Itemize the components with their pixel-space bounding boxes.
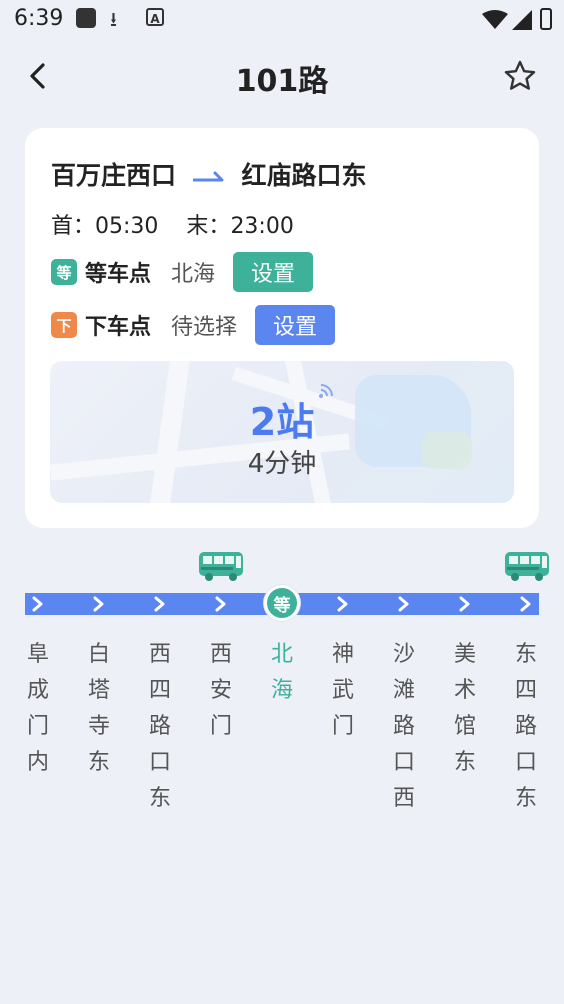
station-name[interactable]: 沙滩路口西	[384, 637, 424, 817]
boarding-stop-row: 等 等车点 北海 设置	[51, 252, 314, 292]
chevron-right-icon	[215, 596, 226, 612]
chevron-right-icon	[93, 596, 104, 612]
direction-arrow-icon	[192, 171, 224, 182]
favorite-button[interactable]	[502, 58, 538, 94]
route-info-card: 百万庄西口 红庙路口东 首：05:30 末：23:00 等 等车点 北海 设置 …	[25, 128, 539, 528]
station-name[interactable]: 白塔寺东	[79, 637, 119, 781]
download-icon: ⭳	[110, 7, 117, 31]
boarding-value: 北海	[171, 262, 216, 287]
status-bar: 6:39 ⭳ A	[0, 0, 564, 40]
chevron-right-icon	[32, 596, 43, 612]
alighting-label: 下车点	[85, 315, 152, 340]
chevron-right-icon	[154, 596, 165, 612]
boarding-label: 等车点	[85, 262, 152, 287]
route-direction: 百万庄西口 红庙路口东	[51, 156, 366, 192]
chevron-left-icon	[30, 63, 45, 89]
status-time: 6:39	[14, 6, 64, 31]
keyboard-a-icon: A	[146, 8, 164, 26]
service-hours: 首：05:30 末：23:00	[51, 208, 294, 240]
bus-icon	[199, 552, 243, 581]
route-origin: 百万庄西口	[51, 161, 177, 190]
station-name[interactable]: 美术馆东	[445, 637, 485, 781]
chevron-right-icon	[398, 596, 409, 612]
station-name[interactable]: 神武门	[323, 637, 363, 745]
eta-map-panel: 2站 4分钟	[50, 361, 514, 503]
star-outline-icon	[504, 60, 536, 90]
alighting-badge: 下	[51, 312, 77, 338]
header: 101路	[0, 48, 564, 104]
current-stop-marker: 等	[264, 585, 300, 621]
alighting-value: 待选择	[171, 315, 238, 340]
cell-signal-icon	[512, 10, 532, 30]
wifi-icon	[482, 10, 508, 29]
station-name[interactable]: 阜成门内	[18, 637, 58, 781]
realtime-signal-icon	[319, 384, 333, 398]
set-alighting-button[interactable]: 设置	[255, 305, 336, 345]
route-line-diagram: 等 阜成门内 白塔寺东 西四路口东 西安门 北海 神武门 沙滩路口西 美术馆东 …	[0, 545, 564, 845]
set-boarding-button[interactable]: 设置	[233, 252, 314, 292]
chevron-right-icon	[337, 596, 348, 612]
station-name[interactable]: 东四路口东	[506, 637, 546, 817]
bus-icon	[505, 552, 549, 581]
eta-stops-away: 2站	[249, 400, 315, 444]
back-button[interactable]	[22, 60, 54, 92]
station-name[interactable]: 西四路口东	[140, 637, 180, 817]
chevron-right-icon	[459, 596, 470, 612]
last-bus-label: 末：	[186, 214, 231, 239]
page-title: 101路	[235, 64, 329, 99]
station-name-current[interactable]: 北海	[262, 637, 302, 709]
battery-icon	[540, 8, 552, 30]
last-bus-time: 23:00	[230, 214, 294, 239]
first-bus-time: 05:30	[95, 214, 159, 239]
eta-minutes: 4分钟	[247, 449, 317, 479]
chevron-right-icon	[520, 596, 531, 612]
first-bus-label: 首：	[51, 214, 96, 239]
station-name[interactable]: 西安门	[201, 637, 241, 745]
alighting-stop-row: 下 下车点 待选择 设置	[51, 305, 336, 345]
route-destination: 红庙路口东	[241, 161, 367, 190]
notification-app-icon	[76, 8, 96, 28]
boarding-badge: 等	[51, 259, 77, 285]
